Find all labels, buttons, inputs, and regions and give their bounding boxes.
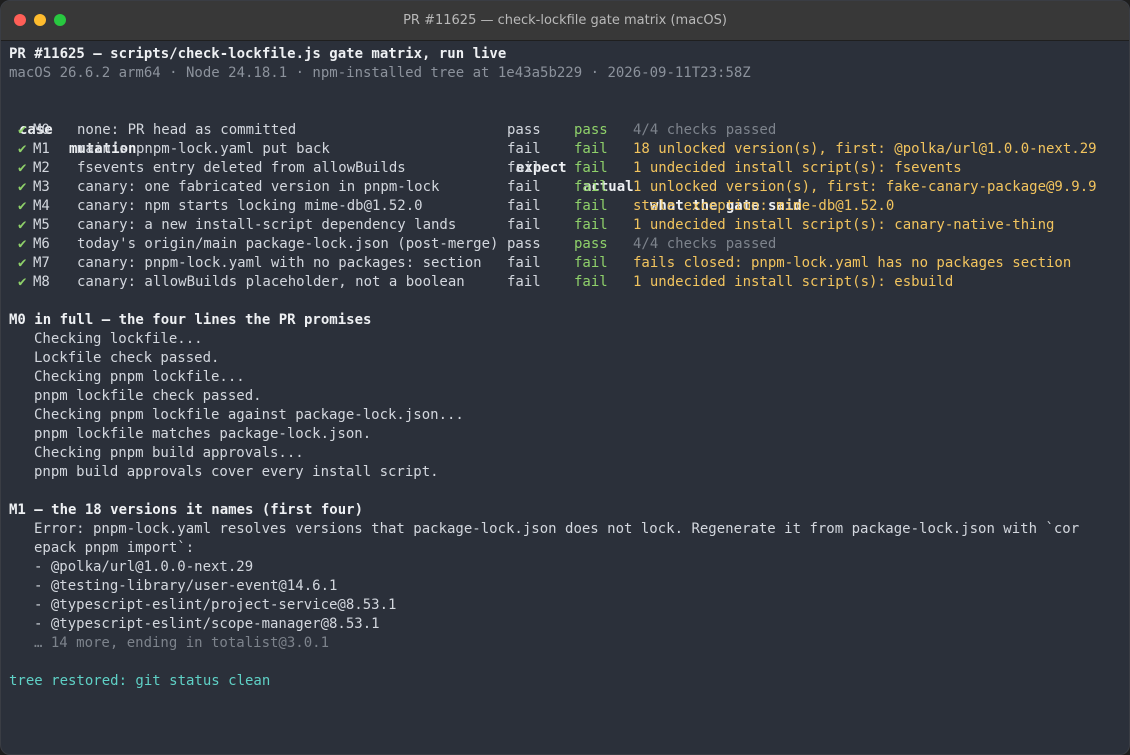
table-row: ✔ M3 canary: one fabricated version in pnp… bbox=[9, 178, 1121, 197]
check-icon: ✔ bbox=[18, 122, 27, 138]
row-gate-message: 1 unlocked version(s), first: fake-canar… bbox=[633, 179, 1097, 195]
m0-heading: M0 in full — the four lines the PR promi… bbox=[9, 312, 372, 328]
m0-output-line: Checking pnpm build approvals... bbox=[34, 445, 304, 461]
row-actual: fail bbox=[574, 274, 608, 290]
row-expect: pass bbox=[507, 122, 541, 138]
m0-output-line: Checking lockfile... bbox=[34, 331, 203, 347]
row-actual: fail bbox=[574, 141, 608, 157]
report-title: PR #11625 — scripts/check-lockfile.js ga… bbox=[9, 46, 507, 62]
row-expect: fail bbox=[507, 274, 541, 290]
table-header: case mutation expect actual what the gat… bbox=[9, 102, 1121, 214]
row-mutation: canary: npm starts locking mime-db@1.52.… bbox=[77, 198, 423, 214]
row-case: M5 bbox=[33, 217, 50, 233]
check-icon: ✔ bbox=[18, 217, 27, 233]
row-mutation: none: PR head as committed bbox=[77, 122, 297, 138]
check-icon: ✔ bbox=[18, 160, 27, 176]
row-mutation: main's pnpm-lock.yaml put back bbox=[77, 141, 330, 157]
row-actual: fail bbox=[574, 255, 608, 271]
row-mutation: today's origin/main package-lock.json (p… bbox=[77, 236, 499, 252]
table-row: ✔ M2 fsevents entry deleted from allowBuil… bbox=[9, 159, 1121, 178]
row-case: M3 bbox=[33, 179, 50, 195]
terminal-output[interactable]: PR #11625 — scripts/check-lockfile.js ga… bbox=[9, 41, 1121, 754]
table-row: ✔ M6 today's origin/main package-lock.json… bbox=[9, 235, 1121, 254]
row-expect: fail bbox=[507, 198, 541, 214]
check-icon: ✔ bbox=[18, 255, 27, 271]
row-gate-message: 1 undecided install script(s): esbuild bbox=[633, 274, 954, 290]
row-actual: fail bbox=[574, 179, 608, 195]
m1-version-item: - @testing-library/user-event@14.6.1 bbox=[34, 578, 338, 594]
row-expect: fail bbox=[507, 160, 541, 176]
check-icon: ✔ bbox=[18, 141, 27, 157]
row-case: M1 bbox=[33, 141, 50, 157]
row-case: M8 bbox=[33, 274, 50, 290]
title-bar[interactable]: PR #11625 — check-lockfile gate matrix (… bbox=[1, 1, 1129, 41]
row-case: M6 bbox=[33, 236, 50, 252]
m0-output-line: Lockfile check passed. bbox=[34, 350, 220, 366]
row-actual: fail bbox=[574, 217, 608, 233]
m1-version-item: - @polka/url@1.0.0-next.29 bbox=[34, 559, 254, 575]
row-mutation: canary: allowBuilds placeholder, not a b… bbox=[77, 274, 465, 290]
row-expect: pass bbox=[507, 236, 541, 252]
row-actual: fail bbox=[574, 198, 608, 214]
table-row: ✔ M1 main's pnpm-lock.yaml put back fail fai… bbox=[9, 140, 1121, 159]
row-case: M0 bbox=[33, 122, 50, 138]
terminal-window: PR #11625 — check-lockfile gate matrix (… bbox=[0, 0, 1130, 755]
check-icon: ✔ bbox=[18, 198, 27, 214]
row-gate-message: stale exception: mime-db@1.52.0 bbox=[633, 198, 895, 214]
table-row: ✔ M0 none: PR head as committed pass pass 4/4… bbox=[9, 121, 1121, 140]
m1-version-item: - @typescript-eslint/scope-manager@8.53.… bbox=[34, 616, 380, 632]
window-title: PR #11625 — check-lockfile gate matrix (… bbox=[403, 13, 727, 28]
row-expect: fail bbox=[507, 179, 541, 195]
table-row: ✔ M5 canary: a new install-script dependen… bbox=[9, 216, 1121, 235]
table-row: ✔ M8 canary: allowBuilds placeholder, not … bbox=[9, 273, 1121, 292]
check-icon: ✔ bbox=[18, 179, 27, 195]
table-row: ✔ M7 canary: pnpm-lock.yaml with no packag… bbox=[9, 254, 1121, 273]
row-gate-message: fails closed: pnpm-lock.yaml has no pack… bbox=[633, 255, 1072, 271]
row-gate-message: 4/4 checks passed bbox=[633, 122, 777, 138]
environment-line: macOS 26.6.2 arm64 · Node 24.18.1 · npm-… bbox=[9, 65, 751, 81]
m1-error-line: Error: pnpm-lock.yaml resolves versions … bbox=[34, 521, 1080, 537]
row-actual: pass bbox=[574, 236, 608, 252]
row-expect: fail bbox=[507, 217, 541, 233]
row-case: M2 bbox=[33, 160, 50, 176]
m0-output-line: pnpm lockfile matches package-lock.json. bbox=[34, 426, 372, 442]
row-gate-message: 1 undecided install script(s): canary-na… bbox=[633, 217, 1055, 233]
row-gate-message: 4/4 checks passed bbox=[633, 236, 777, 252]
row-gate-message: 18 unlocked version(s), first: @polka/ur… bbox=[633, 141, 1097, 157]
m0-output-line: Checking pnpm lockfile... bbox=[34, 369, 245, 385]
row-mutation: canary: one fabricated version in pnpm-l… bbox=[77, 179, 440, 195]
m0-output-line: pnpm build approvals cover every install… bbox=[34, 464, 439, 480]
row-mutation: canary: pnpm-lock.yaml with no packages:… bbox=[77, 255, 482, 271]
table-row: ✔ M4 canary: npm starts locking mime-db@1.… bbox=[9, 197, 1121, 216]
row-actual: pass bbox=[574, 122, 608, 138]
m1-more-note: … 14 more, ending in totalist@3.0.1 bbox=[34, 635, 330, 651]
restore-status: tree restored: git status clean bbox=[9, 673, 271, 689]
row-gate-message: 1 undecided install script(s): fsevents bbox=[633, 160, 962, 176]
row-mutation: fsevents entry deleted from allowBuilds bbox=[77, 160, 406, 176]
row-expect: fail bbox=[507, 255, 541, 271]
row-case: M4 bbox=[33, 198, 50, 214]
m1-heading: M1 — the 18 versions it names (first fou… bbox=[9, 502, 364, 518]
row-actual: fail bbox=[574, 160, 608, 176]
m1-version-item: - @typescript-eslint/project-service@8.5… bbox=[34, 597, 397, 613]
row-mutation: canary: a new install-script dependency … bbox=[77, 217, 457, 233]
m0-output-line: Checking pnpm lockfile against package-l… bbox=[34, 407, 464, 423]
m0-output-line: pnpm lockfile check passed. bbox=[34, 388, 262, 404]
m1-error-line-cont: epack pnpm import`: bbox=[34, 540, 195, 556]
row-case: M7 bbox=[33, 255, 50, 271]
check-icon: ✔ bbox=[18, 274, 27, 290]
row-expect: fail bbox=[507, 141, 541, 157]
check-icon: ✔ bbox=[18, 236, 27, 252]
